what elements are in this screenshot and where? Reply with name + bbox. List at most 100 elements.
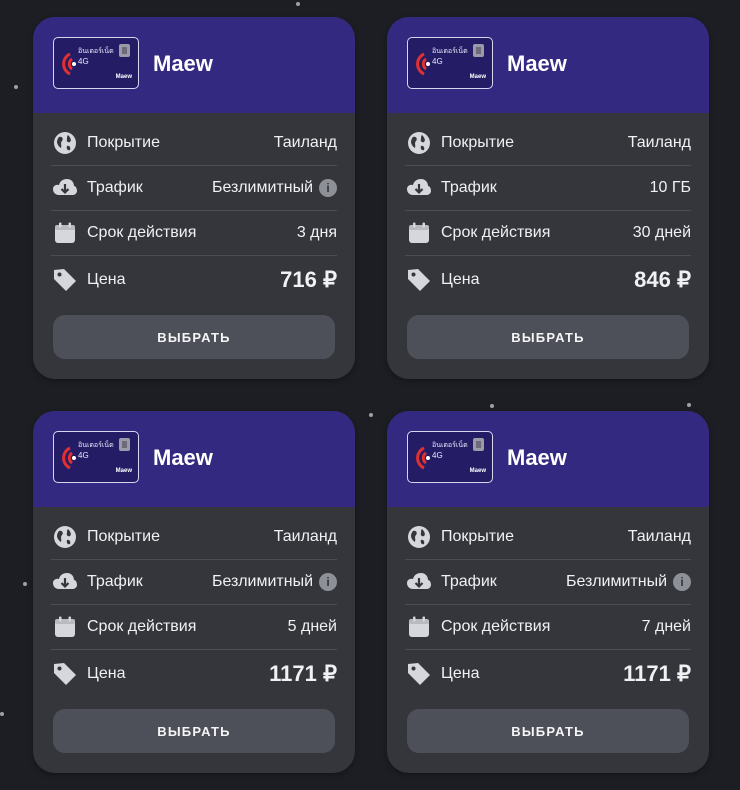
- sim-thai-text: อินเตอร์เน็ต: [432, 442, 468, 449]
- coverage-label: Покрытие: [87, 134, 160, 151]
- sim-network-label: 4G: [432, 57, 443, 66]
- traffic-label: Трафик: [87, 573, 143, 590]
- signal-arc-icon: [416, 446, 430, 470]
- traffic-label: Трафик: [87, 179, 143, 196]
- validity-label: Срок действия: [441, 618, 551, 635]
- sim-chip-icon: [119, 44, 130, 57]
- select-button[interactable]: ВЫБРАТЬ: [53, 709, 335, 753]
- traffic-value: Безлимитный: [211, 573, 313, 590]
- coverage-row: Покрытие Таиланд: [405, 121, 691, 166]
- cloud-download-icon: [51, 174, 79, 202]
- sim-card-image: อินเตอร์เน็ต 4G Maew: [53, 431, 139, 483]
- sim-chip-icon: [119, 438, 130, 451]
- star-dot: [296, 2, 300, 6]
- validity-row: Срок действия 7 дней: [405, 605, 691, 650]
- card-header: อินเตอร์เน็ต 4G Maew Maew: [33, 17, 355, 113]
- sim-network-label: 4G: [78, 57, 89, 66]
- price-row: Цена 1171 ₽: [405, 650, 691, 698]
- star-dot: [23, 582, 27, 586]
- coverage-label: Покрытие: [441, 528, 514, 545]
- plan-details: Покрытие Таиланд Трафик Безлимитный i Ср…: [51, 121, 337, 304]
- sim-card-image: อินเตอร์เน็ต 4G Maew: [407, 431, 493, 483]
- globe-icon: [51, 523, 79, 551]
- calendar-icon: [51, 219, 79, 247]
- plan-details: Покрытие Таиланд Трафик Безлимитный i Ср…: [51, 515, 337, 698]
- info-icon[interactable]: i: [319, 179, 337, 197]
- plan-card: อินเตอร์เน็ต 4G Maew Maew Покрытие Таила…: [33, 411, 355, 773]
- validity-value: 5 дней: [287, 618, 337, 635]
- price-value: 716 ₽: [280, 267, 337, 292]
- sim-brand-logo: Maew: [115, 468, 132, 474]
- card-header: อินเตอร์เน็ต 4G Maew Maew: [387, 17, 709, 113]
- operator-name: Maew: [153, 51, 213, 76]
- price-row: Цена 1171 ₽: [51, 650, 337, 698]
- cloud-download-icon: [405, 174, 433, 202]
- coverage-label: Покрытие: [441, 134, 514, 151]
- select-button[interactable]: ВЫБРАТЬ: [53, 315, 335, 359]
- plan-card: อินเตอร์เน็ต 4G Maew Maew Покрытие Таила…: [33, 17, 355, 379]
- validity-label: Срок действия: [87, 618, 197, 635]
- price-tag-icon: [51, 266, 79, 294]
- globe-icon: [405, 523, 433, 551]
- coverage-value: Таиланд: [273, 134, 337, 151]
- sim-thai-text: อินเตอร์เน็ต: [78, 442, 114, 449]
- price-tag-icon: [405, 660, 433, 688]
- validity-row: Срок действия 5 дней: [51, 605, 337, 650]
- sim-network-label: 4G: [78, 451, 89, 460]
- sim-chip-icon: [473, 438, 484, 451]
- info-icon[interactable]: i: [673, 573, 691, 591]
- traffic-row: Трафик Безлимитный i: [51, 560, 337, 605]
- info-icon[interactable]: i: [319, 573, 337, 591]
- price-label: Цена: [87, 271, 126, 288]
- price-label: Цена: [441, 665, 480, 682]
- price-value: 846 ₽: [634, 267, 691, 292]
- sim-card-image: อินเตอร์เน็ต 4G Maew: [407, 37, 493, 89]
- validity-row: Срок действия 3 дня: [51, 211, 337, 256]
- coverage-value: Таиланд: [273, 528, 337, 545]
- price-row: Цена 846 ₽: [405, 256, 691, 304]
- traffic-row: Трафик Безлимитный i: [405, 560, 691, 605]
- star-dot: [14, 85, 18, 89]
- operator-name: Maew: [507, 445, 567, 470]
- price-row: Цена 716 ₽: [51, 256, 337, 304]
- sim-thai-text: อินเตอร์เน็ต: [78, 48, 114, 55]
- star-dot: [0, 712, 4, 716]
- star-dot: [490, 404, 494, 408]
- sim-card-image: อินเตอร์เน็ต 4G Maew: [53, 37, 139, 89]
- traffic-row: Трафик 10 ГБ: [405, 166, 691, 211]
- select-button[interactable]: ВЫБРАТЬ: [407, 315, 689, 359]
- select-button[interactable]: ВЫБРАТЬ: [407, 709, 689, 753]
- signal-arc-icon: [62, 52, 76, 76]
- validity-label: Срок действия: [87, 224, 197, 241]
- traffic-label: Трафик: [441, 573, 497, 590]
- sim-brand-logo: Maew: [469, 74, 486, 80]
- traffic-value-wrap: 10 ГБ: [650, 179, 691, 197]
- traffic-value-wrap: Безлимитный i: [212, 573, 337, 591]
- card-header: อินเตอร์เน็ต 4G Maew Maew: [33, 411, 355, 507]
- traffic-value: Безлимитный: [211, 179, 313, 196]
- signal-arc-icon: [416, 52, 430, 76]
- sim-brand-logo: Maew: [469, 468, 486, 474]
- traffic-value-wrap: Безлимитный i: [212, 179, 337, 197]
- traffic-value: Безлимитный: [565, 573, 667, 590]
- star-dot: [687, 403, 691, 407]
- validity-value: 7 дней: [641, 618, 691, 635]
- globe-icon: [405, 129, 433, 157]
- coverage-row: Покрытие Таиланд: [51, 121, 337, 166]
- traffic-value: 10 ГБ: [649, 179, 691, 196]
- sim-thai-text: อินเตอร์เน็ต: [432, 48, 468, 55]
- validity-value: 30 дней: [632, 224, 691, 241]
- price-tag-icon: [51, 660, 79, 688]
- signal-arc-icon: [62, 446, 76, 470]
- coverage-value: Таиланд: [627, 528, 691, 545]
- calendar-icon: [405, 219, 433, 247]
- price-tag-icon: [405, 266, 433, 294]
- sim-network-label: 4G: [432, 451, 443, 460]
- card-header: อินเตอร์เน็ต 4G Maew Maew: [387, 411, 709, 507]
- sim-chip-icon: [473, 44, 484, 57]
- sim-brand-logo: Maew: [115, 74, 132, 80]
- validity-label: Срок действия: [441, 224, 551, 241]
- traffic-value-wrap: Безлимитный i: [566, 573, 691, 591]
- validity-row: Срок действия 30 дней: [405, 211, 691, 256]
- price-label: Цена: [87, 665, 126, 682]
